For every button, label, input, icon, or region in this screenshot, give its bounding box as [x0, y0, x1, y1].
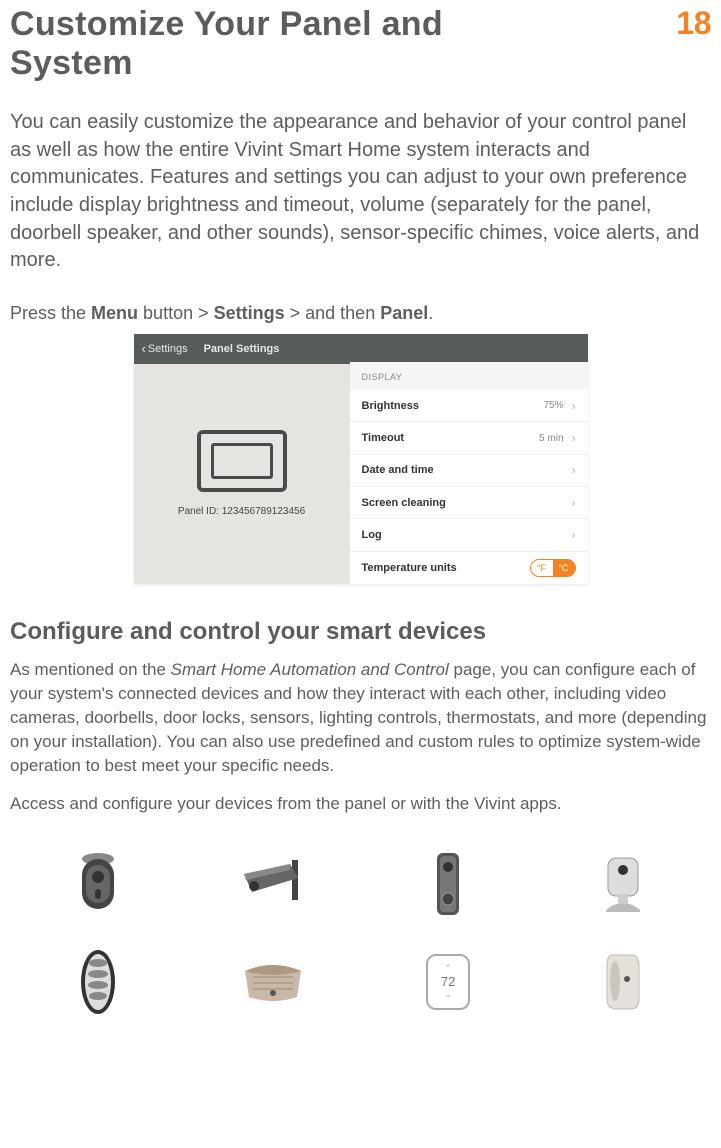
garage-sensor-icon [237, 959, 309, 1005]
page-number: 18 [676, 5, 711, 42]
back-label: Settings [148, 343, 188, 355]
subheading: Configure and control your smart devices [10, 618, 711, 646]
panel-settings-screenshot: ‹ Settings Panel Settings Panel ID: 1234… [134, 334, 588, 584]
chevron-right-icon: › [572, 399, 576, 413]
panel-label: Panel [380, 303, 428, 323]
row-value: 5 min [539, 433, 563, 444]
keyfob-icon [78, 947, 118, 1017]
chevron-up-icon: ⌃ [444, 964, 452, 973]
device-grid: ⌃ 72 ⌄ [10, 851, 711, 1017]
row-value: 75% [543, 400, 563, 411]
row-log[interactable]: Log › [350, 519, 588, 551]
outdoor-camera-icon [234, 856, 312, 912]
row-label: Timeout [362, 432, 405, 444]
row-label: Log [362, 529, 382, 541]
row-timeout[interactable]: Timeout 5 min › [350, 422, 588, 454]
chevron-left-icon: ‹ [142, 341, 146, 356]
row-datetime[interactable]: Date and time › [350, 455, 588, 487]
menu-label: Menu [91, 303, 138, 323]
body-paragraph-2: Access and configure your devices from t… [10, 792, 711, 816]
row-label: Brightness [362, 400, 419, 412]
thermostat-icon: ⌃ 72 ⌄ [426, 954, 470, 1010]
intro-paragraph: You can easily customize the appearance … [10, 109, 711, 275]
row-temperature-units[interactable]: Temperature units °F °C [350, 552, 588, 584]
row-label: Screen cleaning [362, 497, 446, 509]
row-label: Temperature units [362, 562, 457, 574]
row-brightness[interactable]: Brightness 75% › [350, 390, 588, 422]
indoor-camera-icon [600, 854, 646, 914]
toggle-fahrenheit[interactable]: °F [531, 560, 553, 576]
chevron-right-icon: › [572, 528, 576, 542]
row-screen-cleaning[interactable]: Screen cleaning › [350, 487, 588, 519]
back-button[interactable]: ‹ Settings [142, 341, 188, 356]
temperature-toggle[interactable]: °F °C [530, 559, 576, 577]
chevron-right-icon: › [572, 496, 576, 510]
page-title: Customize Your Panel and System [10, 5, 570, 83]
chevron-right-icon: › [572, 431, 576, 445]
toggle-celsius[interactable]: °C [553, 560, 575, 576]
panel-id: Panel ID: 123456789123456 [178, 506, 305, 517]
section-label-display: DISPLAY [350, 362, 588, 390]
doorbell-camera-icon [435, 851, 461, 917]
motion-sensor-icon [603, 951, 643, 1013]
settings-label: Settings [214, 303, 285, 323]
thermostat-value: 72 [441, 974, 455, 989]
body-paragraph-1: As mentioned on the Smart Home Automatio… [10, 658, 711, 779]
nav-instruction: Press the Menu button > Settings > and t… [10, 303, 711, 324]
door-lock-icon [76, 851, 120, 917]
chevron-down-icon: ⌄ [444, 990, 452, 999]
panel-icon [197, 430, 287, 492]
row-label: Date and time [362, 464, 434, 476]
chevron-right-icon: › [572, 463, 576, 477]
